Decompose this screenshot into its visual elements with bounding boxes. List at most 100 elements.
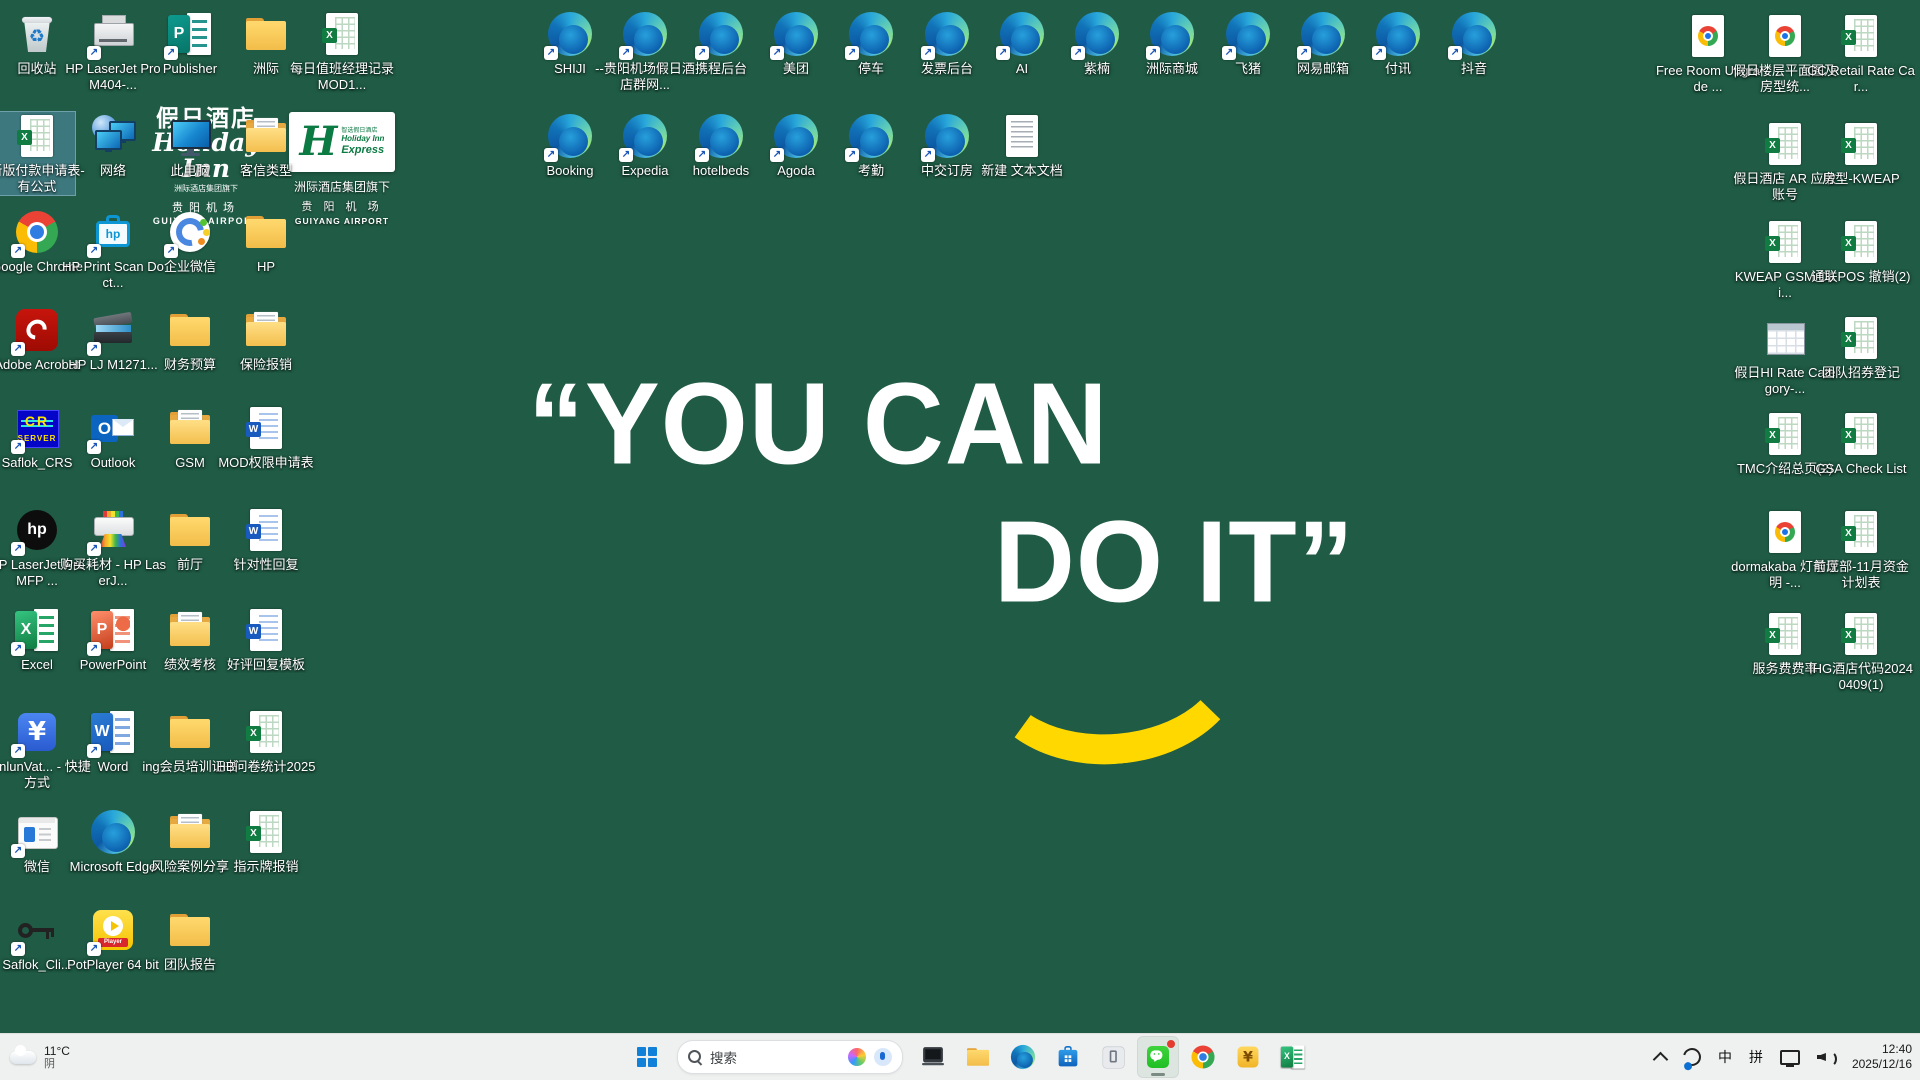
clock-date: 2025/12/16 xyxy=(1852,1057,1912,1072)
excel-icon: X xyxy=(1280,1044,1306,1070)
shortcut-arrow-icon: ↗ xyxy=(11,342,25,356)
hi-logo-group: 洲际酒店集团旗下 xyxy=(126,185,286,193)
desktop-icon[interactable]: hp↗ HP Print Scan Doct... xyxy=(75,208,151,291)
taskbar-app-file-explorer[interactable] xyxy=(957,1036,999,1078)
shortcut-arrow-icon: ↗ xyxy=(845,148,859,162)
tablef-icon xyxy=(1761,314,1809,362)
excelf-icon: X xyxy=(318,10,366,58)
excelf-icon: X xyxy=(1761,610,1809,658)
shortcut-arrow-icon: ↗ xyxy=(921,148,935,162)
desktop-icon[interactable]: HP xyxy=(228,208,304,275)
folder-icon xyxy=(166,906,214,954)
shortcut-arrow-icon: ↗ xyxy=(1297,46,1311,60)
desktop-icon[interactable]: W 好评回复模板 xyxy=(228,606,304,673)
shortcut-arrow-icon: ↗ xyxy=(164,46,178,60)
desktop-icon[interactable]: X 通联POS 撤销(2) xyxy=(1823,218,1899,285)
hpsuite-icon: hp↗ xyxy=(89,208,137,256)
network-icon[interactable] xyxy=(1780,1050,1800,1065)
desktop-icon-label: 客信类型 xyxy=(212,163,320,179)
search-mic-icon[interactable] xyxy=(874,1048,892,1066)
folderD-icon xyxy=(166,808,214,856)
ime-mode-indicator[interactable]: 中 xyxy=(1718,1047,1732,1067)
shortcut-arrow-icon: ↗ xyxy=(1071,46,1085,60)
desktop-icon[interactable]: X 假日酒店 AR 应收账号 xyxy=(1747,120,1823,203)
folder-icon xyxy=(242,10,290,58)
weather-widget[interactable]: 11°C 阴 xyxy=(10,1034,70,1080)
desktop-icon[interactable]: 假日HI Rate Category-... xyxy=(1747,314,1823,397)
google-chrome-icon xyxy=(1190,1044,1216,1070)
shortcut-arrow-icon: ↗ xyxy=(695,148,709,162)
wordf-icon: W xyxy=(242,506,290,554)
desktop-icon[interactable]: W 针对性回复 xyxy=(228,506,304,573)
shortcut-arrow-icon: ↗ xyxy=(544,148,558,162)
desktop-icon[interactable]: X 每日值班经理记录MOD1... xyxy=(304,10,380,93)
desktop-icon[interactable]: ↗ HP LaserJet Pro M404-... xyxy=(75,10,151,93)
desktop-icon-label: 每日值班经理记录MOD1... xyxy=(288,61,396,93)
clock[interactable]: 12:40 2025/12/16 xyxy=(1852,1042,1912,1072)
shortcut-arrow-icon: ↗ xyxy=(87,542,101,556)
desktop-icon[interactable]: X IHG酒店代码20240409(1) xyxy=(1823,610,1899,693)
taskbar-app-wechat[interactable] xyxy=(1137,1036,1179,1078)
edge-icon: ↗ xyxy=(546,112,594,160)
desktop-icon[interactable]: ↗ 购买耗材 - HP LaserJ... xyxy=(75,506,151,589)
desktop-icon[interactable]: 保险报销 xyxy=(228,306,304,373)
windows-logo-icon xyxy=(637,1047,657,1067)
shortcut-arrow-icon: ↗ xyxy=(11,244,25,258)
taskbar-app-kunlun-vat[interactable]: ¥ xyxy=(1227,1036,1269,1078)
outlook-icon: O↗ xyxy=(89,404,137,452)
search-input[interactable]: 搜索 xyxy=(677,1040,903,1074)
tray-sync-icon[interactable] xyxy=(1680,1045,1705,1070)
desktop-icon-label: IHG酒店代码20240409(1) xyxy=(1807,661,1915,693)
desktop-icon[interactable]: 新建 文本文档 xyxy=(984,112,1060,179)
hiex-group: 洲际酒店集团旗下 xyxy=(283,178,401,195)
desktop-icon[interactable]: W MOD权限申请表 xyxy=(228,404,304,471)
acrobat-icon: ↗ xyxy=(13,306,61,354)
folderD-icon xyxy=(242,112,290,160)
desktop-icon[interactable]: X 前厅部-11月资金计划表 xyxy=(1823,508,1899,591)
taskbar-app-google-chrome[interactable] xyxy=(1182,1036,1224,1078)
desktop-icon[interactable]: ¥↗ KunlunVat... - 快捷方式 xyxy=(0,708,75,791)
edge-icon: ↗ xyxy=(1224,10,1272,58)
desktop-icon[interactable]: X 指示牌报销 xyxy=(228,808,304,875)
desktop-icon-label: MOD权限申请表 xyxy=(212,455,320,471)
desktop-icon[interactable]: X GSA Check List xyxy=(1823,410,1899,477)
desktop-icon-label: 保险报销 xyxy=(212,357,320,373)
taskbar-app-microsoft-store[interactable] xyxy=(1047,1036,1089,1078)
folder-icon xyxy=(166,306,214,354)
shortcut-arrow-icon: ↗ xyxy=(11,440,25,454)
ime-pinyin-indicator[interactable]: 拼 xyxy=(1749,1047,1763,1067)
desktop-icon[interactable]: X 房型-KWEAP xyxy=(1823,120,1899,187)
tray-chevron-up-icon[interactable] xyxy=(1653,1052,1669,1068)
file-explorer-icon xyxy=(965,1044,991,1070)
desktop-icon[interactable]: ↗ --贵阳机场假日酒店群网... xyxy=(607,10,683,93)
excelf-icon: X xyxy=(1837,12,1885,60)
taskbar-app-excel[interactable]: X xyxy=(1272,1036,1314,1078)
desktop-icon[interactable]: X 新版付款申请表-有公式 xyxy=(0,112,75,195)
taskbar-app-app-window-dark[interactable] xyxy=(912,1036,954,1078)
excelf-icon: X xyxy=(242,708,290,756)
desktop-icon[interactable]: X KWEAP GSM Dai... xyxy=(1747,218,1823,301)
desktop-icon[interactable]: 团队报告 xyxy=(152,906,228,973)
taskbar-app-phone-app[interactable] xyxy=(1092,1036,1134,1078)
desktop-icon[interactable]: ↗ 抖音 xyxy=(1436,10,1512,77)
edge-icon: ↗ xyxy=(1450,10,1498,58)
desktop-icon[interactable]: X 团队招券登记 xyxy=(1823,314,1899,381)
edge-icon: ↗ xyxy=(697,112,745,160)
taskbar-app-microsoft-edge[interactable] xyxy=(1002,1036,1044,1078)
shortcut-arrow-icon: ↗ xyxy=(87,342,101,356)
key-icon: ↗ xyxy=(13,906,61,954)
desktop-icon[interactable]: 客信类型 xyxy=(228,112,304,179)
weather-temp: 11°C xyxy=(44,1044,70,1058)
volume-icon[interactable] xyxy=(1817,1049,1835,1065)
desktop-icon[interactable]: X HB问卷统计2025 xyxy=(228,708,304,775)
start-button[interactable] xyxy=(626,1036,668,1078)
excelf-icon: X xyxy=(1837,314,1885,362)
shortcut-arrow-icon: ↗ xyxy=(87,642,101,656)
search-highlight-icon[interactable] xyxy=(848,1048,866,1066)
shortcut-arrow-icon: ↗ xyxy=(11,942,25,956)
edge-icon: ↗ xyxy=(1374,10,1422,58)
excelf-icon: X xyxy=(1837,120,1885,168)
desktop-icon[interactable]: X GC Retail Rate Car... xyxy=(1823,12,1899,95)
app-window-dark-icon xyxy=(920,1044,946,1070)
shortcut-arrow-icon: ↗ xyxy=(11,744,25,758)
